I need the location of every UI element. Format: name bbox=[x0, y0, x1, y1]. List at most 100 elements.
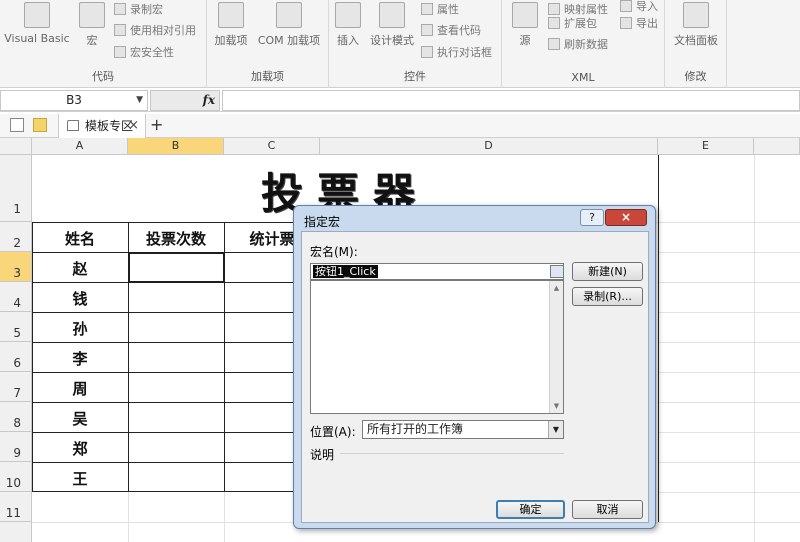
relative-reference-icon bbox=[114, 24, 126, 36]
insert-function-icon[interactable]: fx bbox=[203, 93, 215, 107]
ribbon-group-modify: 文档面板 修改 bbox=[665, 0, 727, 88]
scroll-down-icon[interactable]: ▼ bbox=[550, 399, 563, 413]
run-dialog-button[interactable]: 执行对话框 bbox=[421, 43, 492, 63]
name-cell[interactable]: 郑 bbox=[32, 438, 128, 459]
column-header-b[interactable]: B bbox=[128, 138, 224, 155]
record-macro-button[interactable]: 录制(R)... bbox=[572, 287, 643, 306]
visual-basic-button[interactable]: Visual Basic bbox=[4, 0, 70, 45]
expansion-packs-button[interactable]: 扩展包 bbox=[548, 14, 597, 34]
name-cell[interactable]: 王 bbox=[32, 468, 128, 489]
name-cell[interactable]: 吴 bbox=[32, 408, 128, 429]
row-header-11[interactable]: 11 bbox=[0, 492, 32, 522]
gridline bbox=[658, 252, 800, 253]
row-header-12[interactable] bbox=[0, 522, 32, 542]
new-file-icon[interactable] bbox=[10, 118, 24, 132]
row-header-6[interactable]: 6 bbox=[0, 342, 32, 372]
row-header-3[interactable]: 3 bbox=[0, 252, 32, 282]
scroll-up-icon[interactable]: ▲ bbox=[550, 281, 563, 295]
addins-button[interactable]: 加载项 bbox=[211, 0, 251, 48]
macro-security-button[interactable]: 宏安全性 bbox=[114, 43, 174, 63]
name-cell[interactable]: 孙 bbox=[32, 318, 128, 339]
design-mode-icon bbox=[379, 2, 405, 28]
formula-input[interactable] bbox=[222, 90, 800, 111]
collapse-dialog-icon[interactable] bbox=[550, 265, 564, 278]
row-header-8[interactable]: 8 bbox=[0, 402, 32, 432]
location-label: 位置(A): bbox=[310, 425, 356, 439]
macro-list[interactable]: ▲ ▼ bbox=[310, 280, 564, 414]
warning-icon bbox=[114, 46, 126, 58]
row-header-4[interactable]: 4 bbox=[0, 282, 32, 312]
view-code-button[interactable]: 查看代码 bbox=[421, 21, 481, 41]
home-icon bbox=[67, 120, 79, 131]
gear-icon bbox=[218, 2, 244, 28]
macro-list-scrollbar[interactable]: ▲ ▼ bbox=[549, 281, 563, 413]
row-header-10[interactable]: 10 bbox=[0, 462, 32, 492]
export-button[interactable]: 导出 bbox=[620, 14, 658, 34]
row-header-2[interactable]: 2 bbox=[0, 222, 32, 252]
table-border bbox=[32, 432, 322, 433]
select-all-corner[interactable] bbox=[0, 138, 32, 155]
ribbon-group-code: Visual Basic 宏 录制宏 使用相对引用 宏安全性 代码 bbox=[0, 0, 207, 88]
insert-control-button[interactable]: 插入 bbox=[333, 0, 363, 48]
column-header-a[interactable]: A bbox=[32, 138, 128, 155]
name-cell[interactable]: 周 bbox=[32, 378, 128, 399]
macros-button[interactable]: 宏 bbox=[76, 0, 108, 48]
folder-icon[interactable] bbox=[33, 118, 47, 132]
close-button[interactable]: × bbox=[605, 209, 647, 226]
macro-name-input[interactable]: 按钮1_Click bbox=[310, 263, 564, 280]
table-border bbox=[658, 155, 659, 522]
view-code-icon bbox=[421, 24, 433, 36]
row-header-1[interactable]: 1 bbox=[0, 155, 32, 222]
close-tab-icon[interactable]: × bbox=[128, 114, 139, 138]
visual-basic-icon bbox=[24, 2, 50, 28]
name-cell[interactable]: 赵 bbox=[32, 258, 128, 279]
table-border bbox=[32, 462, 322, 463]
properties-button[interactable]: 属性 bbox=[421, 0, 459, 20]
cancel-button[interactable]: 取消 bbox=[572, 500, 643, 519]
add-tab-button[interactable]: + bbox=[150, 115, 163, 134]
description-separator bbox=[340, 453, 564, 454]
gridline bbox=[128, 492, 129, 542]
table-border bbox=[32, 312, 322, 313]
name-box[interactable]: B3 ▼ bbox=[0, 90, 148, 111]
record-macro-button[interactable]: 录制宏 bbox=[114, 0, 163, 20]
gridline bbox=[658, 432, 800, 433]
com-addins-button[interactable]: COM 加载项 bbox=[253, 0, 325, 48]
refresh-data-button[interactable]: 刷新数据 bbox=[548, 35, 608, 55]
row-header-9[interactable]: 9 bbox=[0, 432, 32, 462]
ok-button[interactable]: 确定 bbox=[496, 500, 565, 519]
row-header-5[interactable]: 5 bbox=[0, 312, 32, 342]
design-mode-button[interactable]: 设计模式 bbox=[367, 0, 417, 48]
header-vote-count[interactable]: 投票次数 bbox=[128, 228, 224, 249]
description-label: 说明 bbox=[310, 448, 335, 462]
dialog-title: 指定宏 bbox=[304, 215, 341, 229]
selected-cell-b3[interactable] bbox=[128, 252, 225, 283]
document-panel-button[interactable]: 文档面板 bbox=[669, 0, 723, 48]
workbook-tab-bar: 模板专区 × + bbox=[0, 114, 800, 138]
chevron-down-icon[interactable]: ▼ bbox=[136, 91, 143, 110]
ribbon-group-label: 代码 bbox=[92, 70, 114, 83]
location-select[interactable]: 所有打开的工作簿 ▼ bbox=[362, 420, 564, 439]
gridline bbox=[658, 402, 800, 403]
tab-template-zone[interactable]: 模板专区 × bbox=[58, 114, 146, 138]
header-name[interactable]: 姓名 bbox=[32, 228, 128, 249]
gridline bbox=[658, 372, 800, 373]
table-border bbox=[32, 222, 322, 223]
export-icon bbox=[620, 17, 632, 29]
table-border bbox=[32, 491, 322, 492]
run-dialog-icon bbox=[421, 46, 433, 58]
chevron-down-icon[interactable]: ▼ bbox=[548, 421, 563, 438]
table-border bbox=[32, 372, 322, 373]
source-button[interactable]: 源 bbox=[508, 0, 542, 48]
help-button[interactable]: ? bbox=[580, 209, 604, 226]
relative-reference-button[interactable]: 使用相对引用 bbox=[114, 21, 196, 41]
expansion-packs-icon bbox=[548, 17, 560, 29]
name-cell[interactable]: 李 bbox=[32, 348, 128, 369]
row-header-7[interactable]: 7 bbox=[0, 372, 32, 402]
column-header-c[interactable]: C bbox=[224, 138, 320, 155]
column-header-e[interactable]: E bbox=[658, 138, 754, 155]
name-cell[interactable]: 钱 bbox=[32, 288, 128, 309]
column-header-f[interactable] bbox=[754, 138, 800, 155]
new-macro-button[interactable]: 新建(N) bbox=[572, 262, 643, 281]
column-header-d[interactable]: D bbox=[320, 138, 658, 155]
